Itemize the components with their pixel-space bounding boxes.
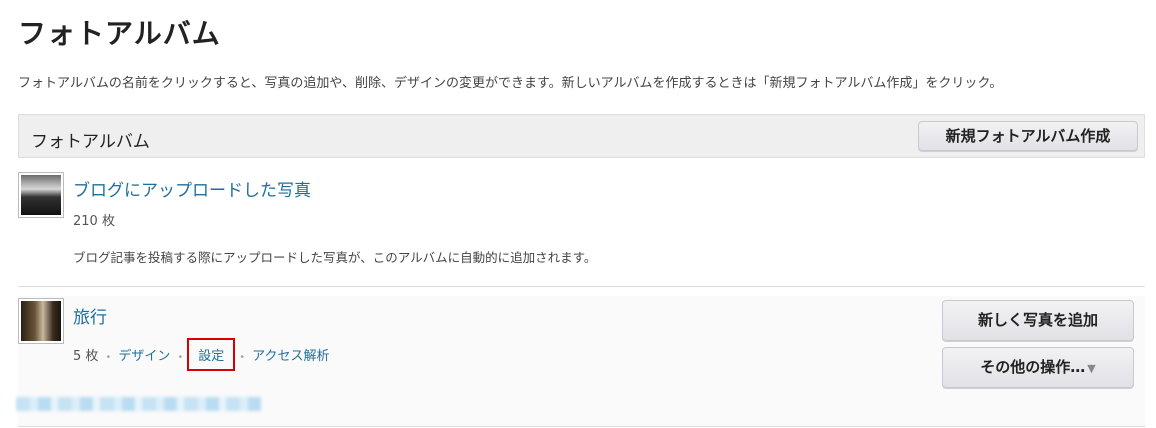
add-photos-button[interactable]: 新しく写真を追加 [942,300,1134,341]
bullet-separator: • [177,352,184,363]
album-thumbnail[interactable] [18,298,64,344]
album-list-header: フォトアルバム 新規フォトアルバム作成 [18,114,1145,158]
bullet-separator: • [239,352,246,363]
more-actions-button[interactable]: その他の操作… ▼ [942,347,1134,388]
album-name-link[interactable]: 旅行 [73,303,107,328]
album-thumbnail[interactable] [18,172,64,218]
album-description: ブログ記事を投稿する際にアップロードした写真が、このアルバムに自動的に追加されま… [73,250,597,265]
caret-down-icon: ▼ [1087,362,1096,375]
bullet-separator: • [105,352,112,363]
design-link[interactable]: デザイン [118,349,170,364]
album-item: ブログにアップロードした写真 210 枚 ブログ記事を投稿する際にアップロードし… [18,160,1145,287]
access-analytics-link[interactable]: アクセス解析 [252,349,329,364]
intro-text: フォトアルバムの名前をクリックすると、写真の追加や、削除、デザインの変更ができま… [18,76,1003,91]
album-meta-row: 5 枚 • デザイン • 設定 • アクセス解析 [73,338,330,371]
new-album-button[interactable]: 新規フォトアルバム作成 [918,121,1138,151]
section-title: フォトアルバム [31,132,150,152]
album-item: 旅行 5 枚 • デザイン • 設定 • アクセス解析 新しく写真を追加 その他の操作… ▼ [16,296,1145,427]
settings-link[interactable]: 設定 [187,338,236,371]
page-title: フォトアルバム [18,17,221,50]
blurred-url-text [16,397,261,411]
more-actions-label: その他の操作… [980,358,1086,376]
album-name-link[interactable]: ブログにアップロードした写真 [73,176,311,201]
photo-count: 210 枚 [73,214,115,229]
photo-count: 5 枚 [73,349,99,364]
